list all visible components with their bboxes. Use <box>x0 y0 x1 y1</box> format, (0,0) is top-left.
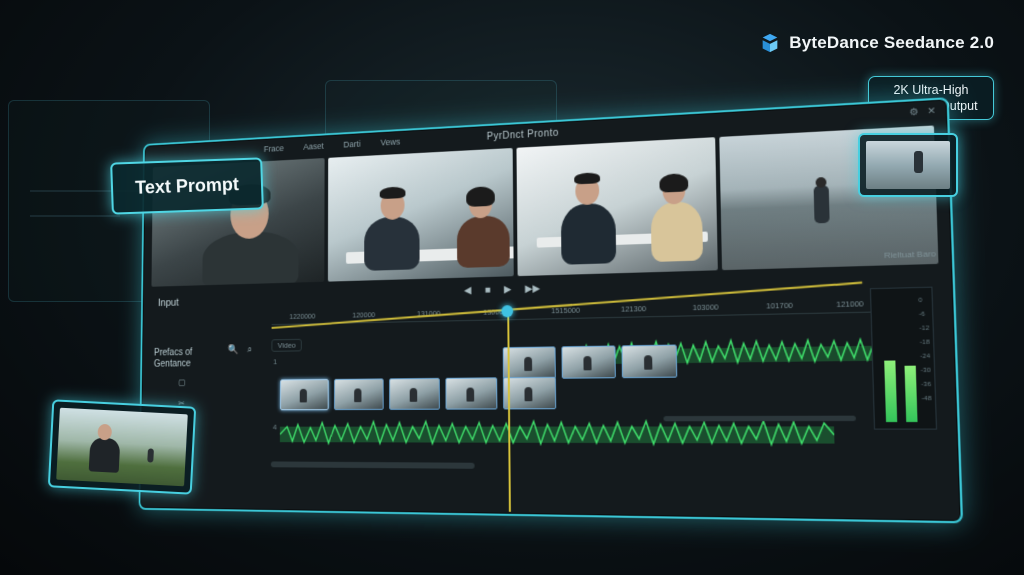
video-clip[interactable] <box>389 377 440 410</box>
video-clip[interactable] <box>445 377 498 410</box>
menu-item[interactable]: Aaset <box>303 141 323 152</box>
person-hair <box>466 186 495 207</box>
meter-bar-right <box>904 365 918 423</box>
input-thumbnail-card[interactable] <box>47 399 197 495</box>
track-number: 1 <box>273 357 278 367</box>
playhead-line <box>507 310 511 512</box>
person-figure <box>456 214 510 269</box>
person-figure <box>202 230 299 287</box>
video-clip[interactable] <box>502 346 556 380</box>
play-button[interactable]: ▶ <box>504 284 512 295</box>
ruler-tick: 121300 <box>620 304 647 314</box>
menu-item[interactable]: Darti <box>343 139 360 149</box>
preview-frame[interactable] <box>516 137 718 277</box>
horizontal-scrollbar[interactable] <box>270 461 475 469</box>
menu-item[interactable]: Vews <box>381 137 401 148</box>
close-icon[interactable]: ✕ <box>927 105 936 117</box>
person-hair <box>659 173 689 193</box>
input-label: Input <box>157 297 179 309</box>
meter-mark: -18 <box>919 339 930 347</box>
input-thumbnail-image <box>56 407 188 487</box>
meter-mark: -36 <box>921 381 932 389</box>
ruler-tick: 120000 <box>352 310 376 320</box>
video-clip[interactable] <box>334 378 384 411</box>
person-figure <box>147 448 154 463</box>
person-figure <box>650 201 704 263</box>
meter-mark: -6 <box>918 311 926 319</box>
transport-controls: ◀ ■ ▶ ▶▶ <box>464 283 540 296</box>
clip-strip-upper <box>502 344 678 380</box>
menu-bar: Frace Aaset Darti Vews <box>264 137 401 154</box>
person-figure <box>813 185 830 224</box>
track-number: 4 <box>272 422 277 432</box>
meter-mark: -24 <box>920 353 931 361</box>
ruler-tick: 103000 <box>692 302 719 313</box>
clip-strip-lower <box>280 376 557 411</box>
track-title: Prefacs of Gentance <box>154 347 193 370</box>
meter-scale: 0 -6 -12 -18 -24 -30 -36 -48 <box>918 294 931 407</box>
output-thumbnail-image <box>866 141 950 189</box>
ruler-tick: 101700 <box>766 300 794 311</box>
settings-icon[interactable]: ⚙ <box>909 106 918 118</box>
fast-forward-button[interactable]: ▶▶ <box>525 283 540 294</box>
meter-mark: -30 <box>920 367 931 375</box>
track-title-line-1: Prefacs of <box>153 347 193 359</box>
text-prompt-badge[interactable]: Text Prompt <box>110 157 264 215</box>
person-figure <box>364 215 420 271</box>
ruler-tick: 1515000 <box>551 305 581 316</box>
preview-label: Rieltuat Baro <box>883 248 937 261</box>
person-figure <box>914 151 923 173</box>
select-tool-icon[interactable]: ▢ <box>176 378 188 389</box>
search-icon[interactable]: 🔍 <box>228 345 239 356</box>
video-clip[interactable] <box>502 376 557 410</box>
output-thumbnail-card[interactable] <box>858 133 958 197</box>
track-title-line-2: Gentance <box>153 358 191 370</box>
video-clip[interactable] <box>561 345 616 379</box>
ruler-tick: 121000 <box>836 298 864 310</box>
audio-level-meter: 0 -6 -12 -18 -24 -30 -36 -48 <box>869 286 938 430</box>
person-figure <box>560 202 617 265</box>
person-hair <box>574 172 601 185</box>
video-clip[interactable] <box>621 344 678 379</box>
meter-bar-left <box>884 360 898 423</box>
meter-mark: -48 <box>921 395 932 403</box>
person-hair <box>379 186 406 200</box>
preview-frame[interactable] <box>327 147 514 282</box>
menu-item[interactable]: Frace <box>264 143 284 153</box>
video-editor-window: Frace Aaset Darti Vews PyrDnct Pronto ⚙ … <box>138 97 964 524</box>
stop-button[interactable]: ■ <box>485 285 491 296</box>
zoom-icon[interactable]: ⌕ <box>247 344 252 355</box>
app-title: PyrDnct Pronto <box>486 127 559 143</box>
track-header[interactable]: Video <box>271 338 303 352</box>
rewind-button[interactable]: ◀ <box>464 285 471 296</box>
person-figure <box>88 437 121 473</box>
meter-mark: 0 <box>918 297 923 305</box>
ruler-tick: 1220000 <box>289 311 316 321</box>
horizontal-scrollbar[interactable] <box>663 415 856 422</box>
meter-mark: -12 <box>919 325 930 333</box>
video-clip[interactable] <box>280 378 329 411</box>
timeline-tools: 🔍 ⌕ <box>228 344 253 355</box>
window-controls: ⚙ ✕ <box>909 105 936 118</box>
